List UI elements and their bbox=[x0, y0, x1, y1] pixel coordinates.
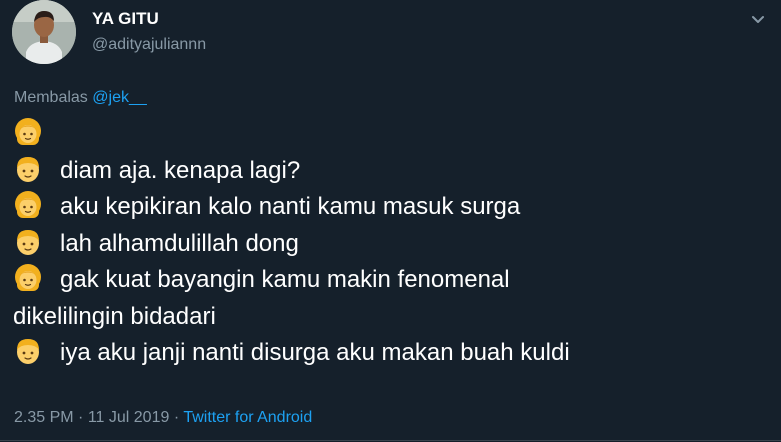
tweet-line: iya aku janji nanti disurga aku makan bu… bbox=[13, 335, 773, 372]
tweet-source-link[interactable]: Twitter for Android bbox=[183, 409, 312, 426]
tweet-line-text: gak kuat bayangin kamu makin fenomenal bbox=[60, 266, 510, 293]
girl-emoji-icon bbox=[13, 190, 43, 220]
tweet-time: 2.35 PM bbox=[14, 409, 74, 426]
tweet-line-text: diam aja. kenapa lagi? bbox=[60, 156, 301, 184]
display-name[interactable]: YA GITU bbox=[92, 9, 159, 29]
tweet-text: diam aja. kenapa lagi? aku kepikiran kalo… bbox=[13, 116, 773, 372]
boy-emoji-icon bbox=[13, 227, 43, 257]
tweet-line-text: dikelilingin bidadari bbox=[13, 302, 216, 330]
tweet-line-text: iya aku janji nanti disurga aku makan bu… bbox=[60, 339, 570, 366]
divider bbox=[0, 440, 781, 441]
reply-context: Membalas @jek__ bbox=[14, 89, 147, 107]
boy-emoji-icon bbox=[13, 336, 43, 366]
avatar[interactable] bbox=[12, 0, 76, 64]
tweet-line: dikelilingin bidadari bbox=[13, 299, 773, 336]
tweet-line: gak kuat bayangin kamu makin fenomenal bbox=[13, 262, 773, 299]
boy-emoji-icon bbox=[13, 154, 43, 184]
tweet-line bbox=[13, 116, 773, 153]
tweet-meta: 2.35 PM · 11 Jul 2019 · Twitter for Andr… bbox=[14, 409, 312, 427]
girl-emoji-icon bbox=[13, 263, 43, 293]
tweet-line-text: lah alhamdulillah dong bbox=[60, 229, 299, 257]
tweet-line: diam aja. kenapa lagi? bbox=[13, 153, 773, 190]
tweet-date: 11 Jul 2019 bbox=[87, 409, 170, 426]
username[interactable]: @adityajuliannn bbox=[92, 36, 206, 54]
tweet-line-text: aku kepikiran kalo nanti kamu masuk surg… bbox=[60, 193, 521, 220]
reply-mention-link[interactable]: @jek__ bbox=[92, 89, 147, 106]
tweet-line: aku kepikiran kalo nanti kamu masuk surg… bbox=[13, 189, 773, 226]
meta-separator: · bbox=[173, 409, 180, 426]
chevron-down-icon[interactable] bbox=[749, 10, 767, 28]
tweet-line: lah alhamdulillah dong bbox=[13, 226, 773, 263]
girl-emoji-icon bbox=[13, 117, 43, 147]
reply-prefix: Membalas bbox=[14, 89, 88, 106]
meta-separator: · bbox=[78, 409, 84, 426]
